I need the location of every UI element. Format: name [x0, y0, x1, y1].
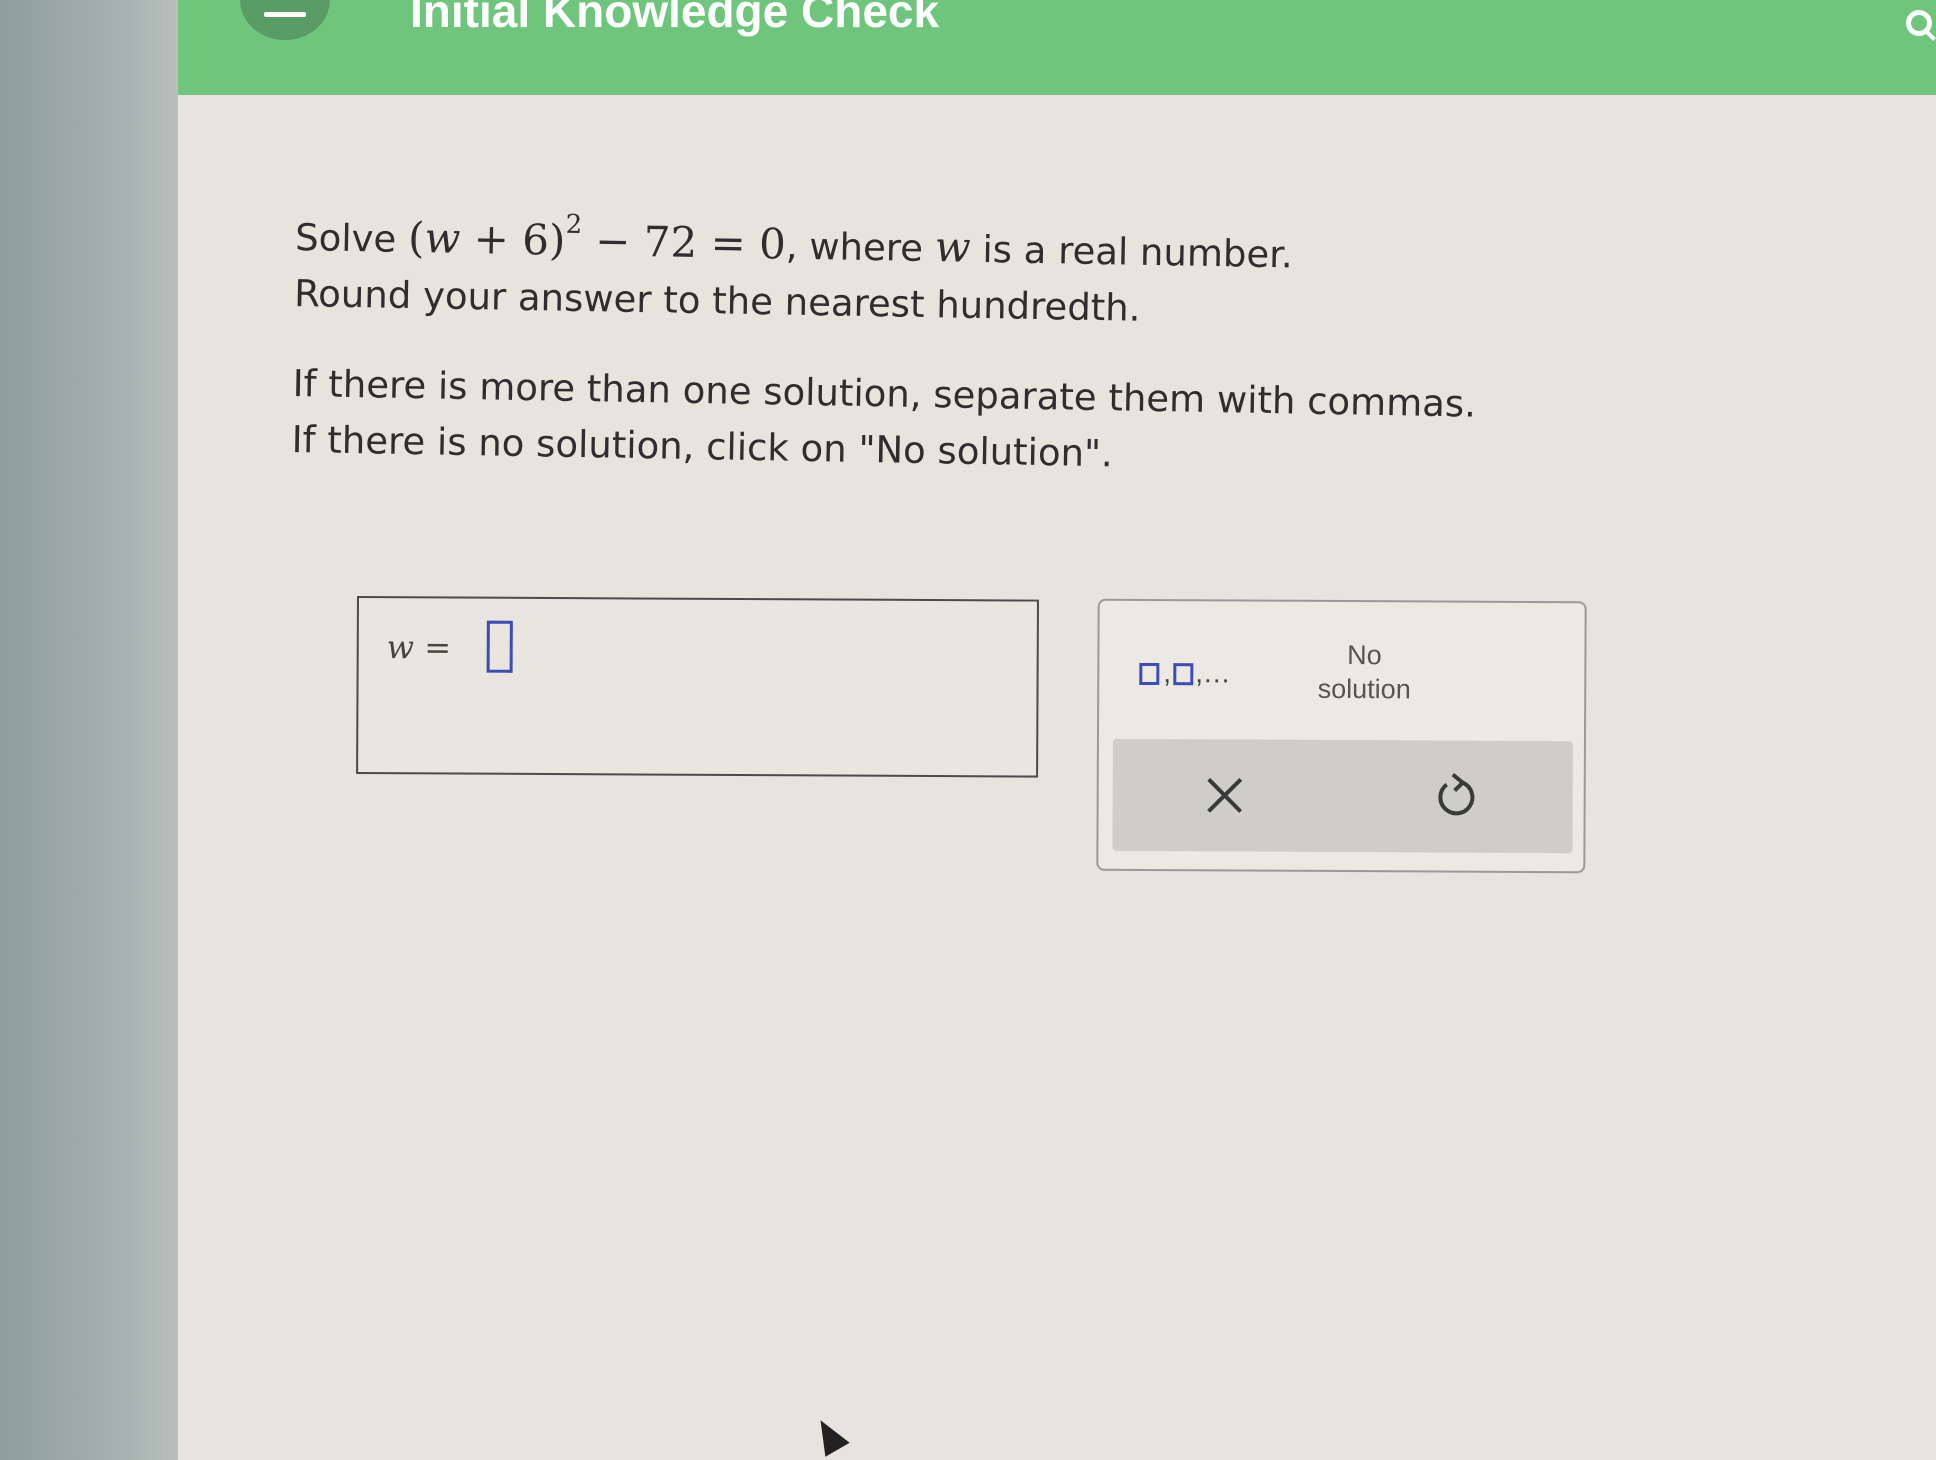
- eq-open-paren: (: [407, 212, 425, 263]
- multiple-answers-button[interactable]: , ,...: [1133, 649, 1243, 706]
- ellipsis-glyph: ,...: [1195, 657, 1231, 689]
- undo-icon: [1438, 773, 1475, 816]
- eq-variable: w: [424, 213, 461, 263]
- mouse-cursor-icon: [808, 1413, 850, 1457]
- input-box-icon: [1173, 663, 1194, 686]
- keypad-action-bar: [1112, 738, 1573, 854]
- where-variable: w: [934, 222, 972, 272]
- menu-button[interactable]: [240, 0, 330, 40]
- input-box-icon: [1139, 662, 1160, 686]
- comma-glyph: ,: [1163, 657, 1173, 689]
- equation: (w + 6)2 − 72 = 0: [407, 209, 787, 269]
- question-prompt: Solve (w + 6)2 − 72 = 0, where w is a re…: [291, 192, 1479, 489]
- answer-label: w =: [387, 628, 452, 666]
- no-solution-label-line1: No: [1347, 640, 1382, 671]
- eq-exponent: 2: [565, 209, 583, 240]
- tail-text: is a real number.: [970, 227, 1294, 277]
- top-header-bar: Initial Knowledge Check: [178, 0, 1936, 95]
- where-text: , where: [785, 224, 936, 271]
- monitor-bezel: [0, 0, 190, 1460]
- eq-plus-six: + 6): [459, 213, 566, 265]
- answer-variable: w: [386, 628, 415, 667]
- no-solution-label-line2: solution: [1317, 673, 1411, 705]
- clear-button[interactable]: [1184, 755, 1264, 835]
- answer-input[interactable]: [486, 620, 513, 673]
- no-solution-button[interactable]: No solution: [1289, 632, 1439, 713]
- page-title: Initial Knowledge Check: [410, 0, 940, 37]
- screen: Initial Knowledge Check Solve (w + 6)2 −…: [178, 0, 1936, 1460]
- undo-button[interactable]: [1414, 756, 1494, 836]
- math-keypad: , ,... No solution: [1096, 598, 1587, 874]
- close-icon: [1207, 777, 1243, 813]
- answer-equals: =: [414, 628, 452, 667]
- solve-word: Solve: [294, 215, 397, 261]
- answer-area: w =: [356, 596, 1039, 778]
- search-icon[interactable]: [1906, 10, 1932, 36]
- eq-rest: − 72 = 0: [581, 216, 787, 269]
